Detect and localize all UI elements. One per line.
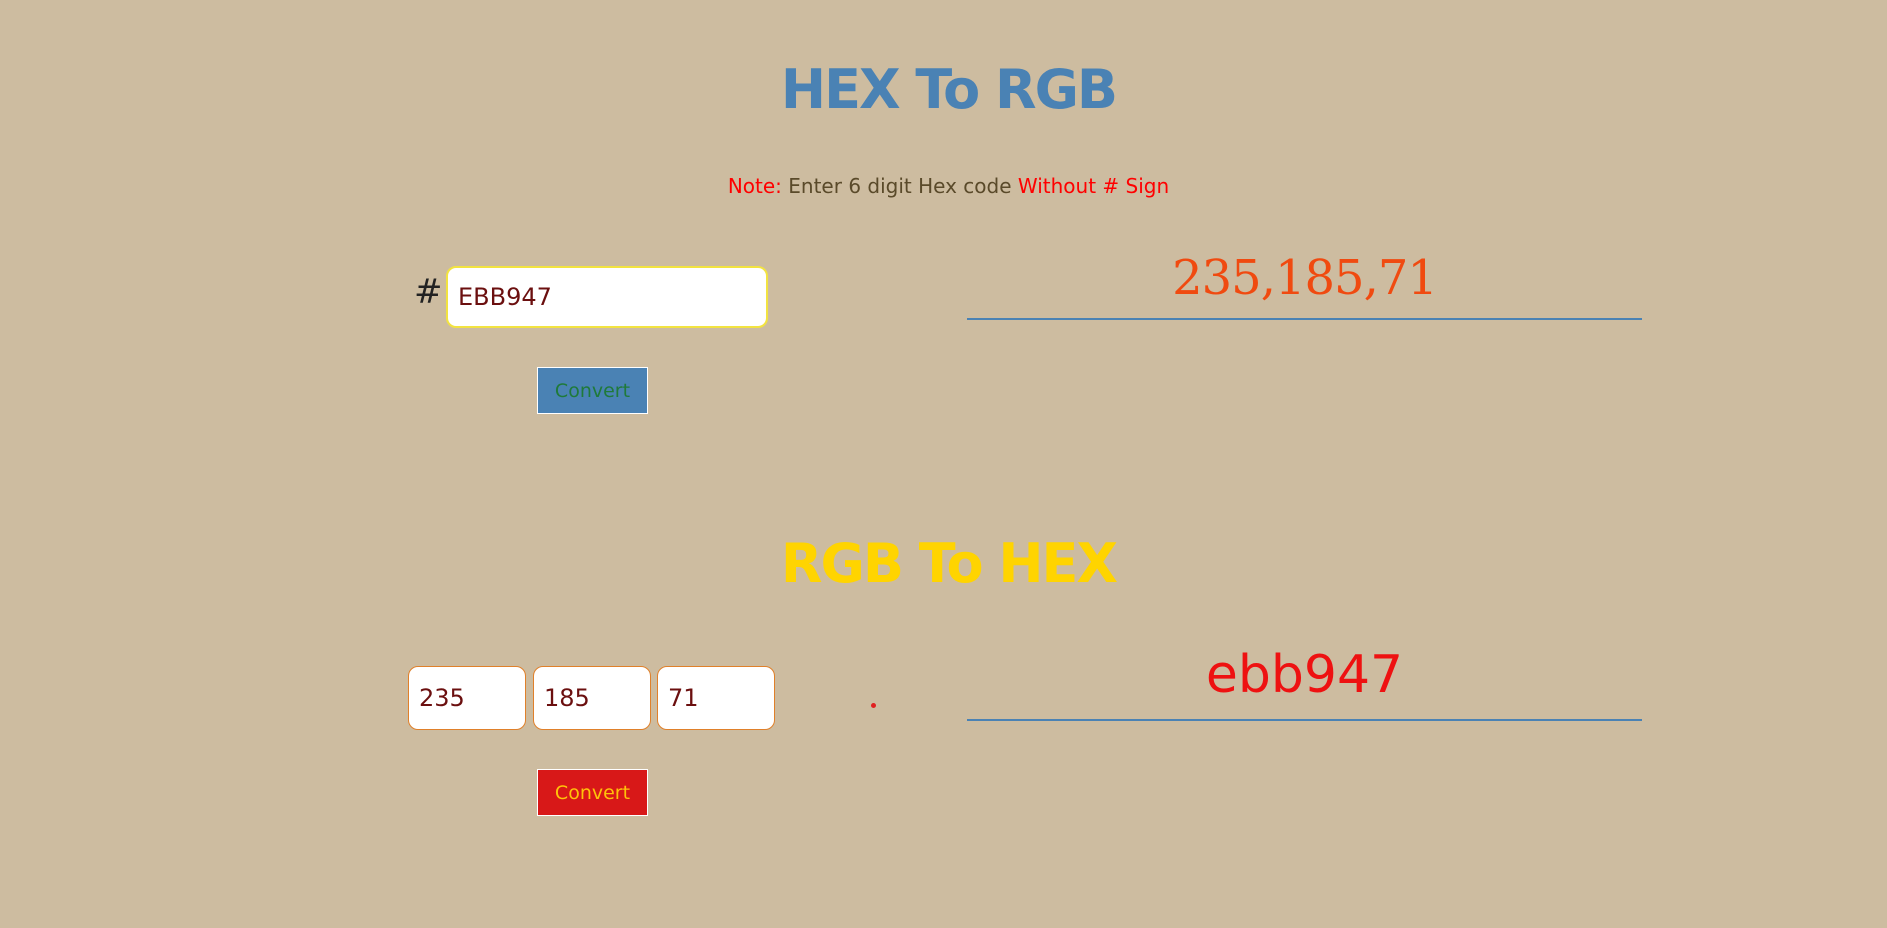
note-instruction: Enter 6 digit Hex code: [788, 174, 1012, 198]
note-emphasis: Without # Sign: [1017, 174, 1170, 198]
note-text: Note: Enter 6 digit Hex code Without # S…: [0, 174, 1887, 198]
convert-rgb-to-hex-button[interactable]: Convert: [537, 769, 648, 816]
hex-to-rgb-title: HEX To RGB: [780, 58, 1118, 121]
hex-result-output: ebb947: [967, 645, 1642, 721]
blue-input[interactable]: [657, 666, 775, 730]
rgb-result-output: 235,185,71: [967, 250, 1642, 320]
rgb-to-hex-title: RGB To HEX: [780, 532, 1118, 595]
convert-hex-to-rgb-button[interactable]: Convert: [537, 367, 648, 414]
note-label: Note:: [727, 174, 782, 198]
hex-input[interactable]: [446, 266, 768, 328]
green-input[interactable]: [533, 666, 651, 730]
hash-symbol: #: [414, 272, 443, 312]
color-preview-dot: [871, 703, 876, 708]
red-input[interactable]: [408, 666, 526, 730]
